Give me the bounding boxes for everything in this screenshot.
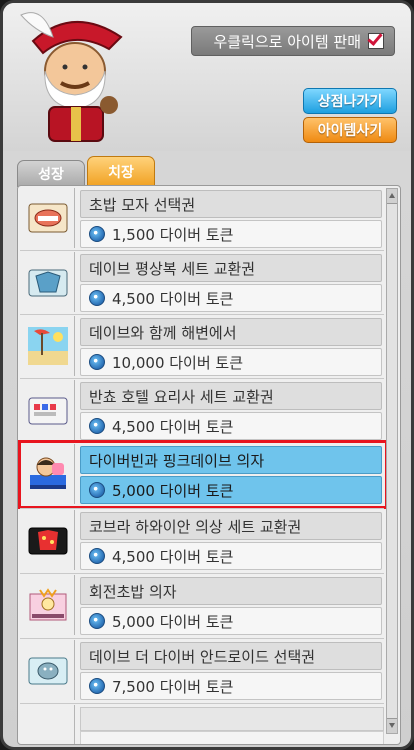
shop-window: 우클릭으로 아이템 판매 상점나가기 아이템사기 성장 치장 초밥 모자 선택권… bbox=[0, 0, 414, 750]
diver-token-icon bbox=[89, 226, 105, 242]
item-price: 4,500 다이버 토큰 bbox=[80, 412, 382, 440]
item-price: 5,000 다이버 토큰 bbox=[80, 607, 382, 635]
item-name: 데이브와 함께 해변에서 bbox=[80, 318, 382, 346]
row-divider bbox=[20, 508, 384, 509]
item-price-text: 10,000 다이버 토큰 bbox=[112, 353, 244, 372]
empty-price-slot bbox=[80, 731, 384, 744]
diver-token-icon bbox=[89, 354, 105, 370]
casual-outfit-ticket-icon bbox=[22, 252, 75, 312]
empty-name-slot bbox=[80, 707, 384, 731]
diver-token-icon bbox=[89, 418, 105, 434]
row-divider bbox=[20, 573, 384, 574]
item-price-text: 1,500 다이버 토큰 bbox=[112, 225, 234, 244]
list-item[interactable]: 초밥 모자 선택권 1,500 다이버 토큰 bbox=[22, 188, 384, 249]
sushi-hat-icon bbox=[22, 188, 75, 248]
item-name: 초밥 모자 선택권 bbox=[80, 190, 382, 218]
item-name: 반쵸 호텔 요리사 세트 교환권 bbox=[80, 382, 382, 410]
leave-shop-button[interactable]: 상점나가기 bbox=[303, 88, 397, 114]
item-name: 데이브 더 다이버 안드로이드 선택권 bbox=[80, 642, 382, 670]
list-item[interactable]: 코브라 하와이안 의상 세트 교환권 4,500 다이버 토큰 bbox=[22, 510, 384, 571]
item-name: 데이브 평상복 세트 교환권 bbox=[80, 254, 382, 282]
item-price-text: 4,500 다이버 토큰 bbox=[112, 417, 234, 436]
empty-list-slot bbox=[22, 705, 384, 744]
diver-token-icon bbox=[89, 678, 105, 694]
item-price: 4,500 다이버 토큰 bbox=[80, 542, 382, 570]
buy-item-button[interactable]: 아이템사기 bbox=[303, 117, 397, 143]
diver-token-icon bbox=[89, 290, 105, 306]
item-price: 4,500 다이버 토큰 bbox=[80, 284, 382, 312]
diver-token-icon bbox=[89, 482, 105, 498]
shopkeeper-npc-image bbox=[20, 12, 123, 142]
item-name: 코브라 하와이안 의상 세트 교환권 bbox=[80, 512, 382, 540]
list-item[interactable]: 반쵸 호텔 요리사 세트 교환권 4,500 다이버 토큰 bbox=[22, 380, 384, 441]
row-divider bbox=[20, 250, 384, 251]
item-price-text: 5,000 다이버 토큰 bbox=[112, 481, 234, 500]
category-tabs: 성장 치장 bbox=[17, 156, 157, 187]
row-divider bbox=[20, 442, 384, 443]
row-divider bbox=[20, 703, 384, 704]
tab-growth[interactable]: 성장 bbox=[17, 160, 85, 187]
list-item[interactable]: 회전초밥 의자 5,000 다이버 토큰 bbox=[22, 575, 384, 636]
list-item-selected[interactable]: 다이버빈과 핑크데이브 의자 5,000 다이버 토큰 bbox=[18, 440, 388, 509]
hawaiian-outfit-ticket-icon bbox=[22, 510, 75, 570]
item-name: 회전초밥 의자 bbox=[80, 577, 382, 605]
scroll-up-arrow-icon[interactable] bbox=[387, 189, 397, 204]
shop-header: 우클릭으로 아이템 판매 상점나가기 아이템사기 bbox=[3, 3, 411, 151]
item-price-text: 4,500 다이버 토큰 bbox=[112, 289, 234, 308]
item-name: 다이버빈과 핑크데이브 의자 bbox=[80, 446, 382, 474]
sell-checkbox[interactable] bbox=[368, 33, 384, 49]
row-divider bbox=[20, 638, 384, 639]
list-item[interactable]: 데이브와 함께 해변에서 10,000 다이버 토큰 bbox=[22, 316, 384, 377]
item-list: 초밥 모자 선택권 1,500 다이버 토큰 데이브 평상복 세트 교환권 4,… bbox=[17, 185, 401, 745]
item-price-text: 5,000 다이버 토큰 bbox=[112, 612, 234, 631]
item-price: 10,000 다이버 토큰 bbox=[80, 348, 382, 376]
tab-decor[interactable]: 치장 bbox=[87, 156, 155, 187]
item-price: 1,500 다이버 토큰 bbox=[80, 220, 382, 248]
item-price: 5,000 다이버 토큰 bbox=[80, 476, 382, 504]
diver-token-icon bbox=[89, 548, 105, 564]
item-price-text: 7,500 다이버 토큰 bbox=[112, 677, 234, 696]
right-click-sell-label: 우클릭으로 아이템 판매 bbox=[213, 32, 361, 51]
diver-chair-icon bbox=[22, 444, 75, 504]
chef-outfit-ticket-icon bbox=[22, 380, 75, 440]
diver-token-icon bbox=[89, 613, 105, 629]
item-price: 7,500 다이버 토큰 bbox=[80, 672, 382, 700]
empty-thumb bbox=[22, 705, 75, 744]
row-divider bbox=[20, 378, 384, 379]
item-price-text: 4,500 다이버 토큰 bbox=[112, 547, 234, 566]
list-item[interactable]: 데이브 더 다이버 안드로이드 선택권 7,500 다이버 토큰 bbox=[22, 640, 384, 701]
row-divider bbox=[20, 314, 384, 315]
beach-scene-icon bbox=[22, 316, 75, 376]
right-click-sell-toggle[interactable]: 우클릭으로 아이템 판매 bbox=[191, 26, 395, 56]
sushi-chair-icon bbox=[22, 575, 75, 635]
android-ticket-icon bbox=[22, 640, 75, 700]
list-item[interactable]: 데이브 평상복 세트 교환권 4,500 다이버 토큰 bbox=[22, 252, 384, 313]
scroll-down-arrow-icon[interactable] bbox=[387, 718, 397, 733]
list-scrollbar[interactable] bbox=[386, 188, 398, 734]
